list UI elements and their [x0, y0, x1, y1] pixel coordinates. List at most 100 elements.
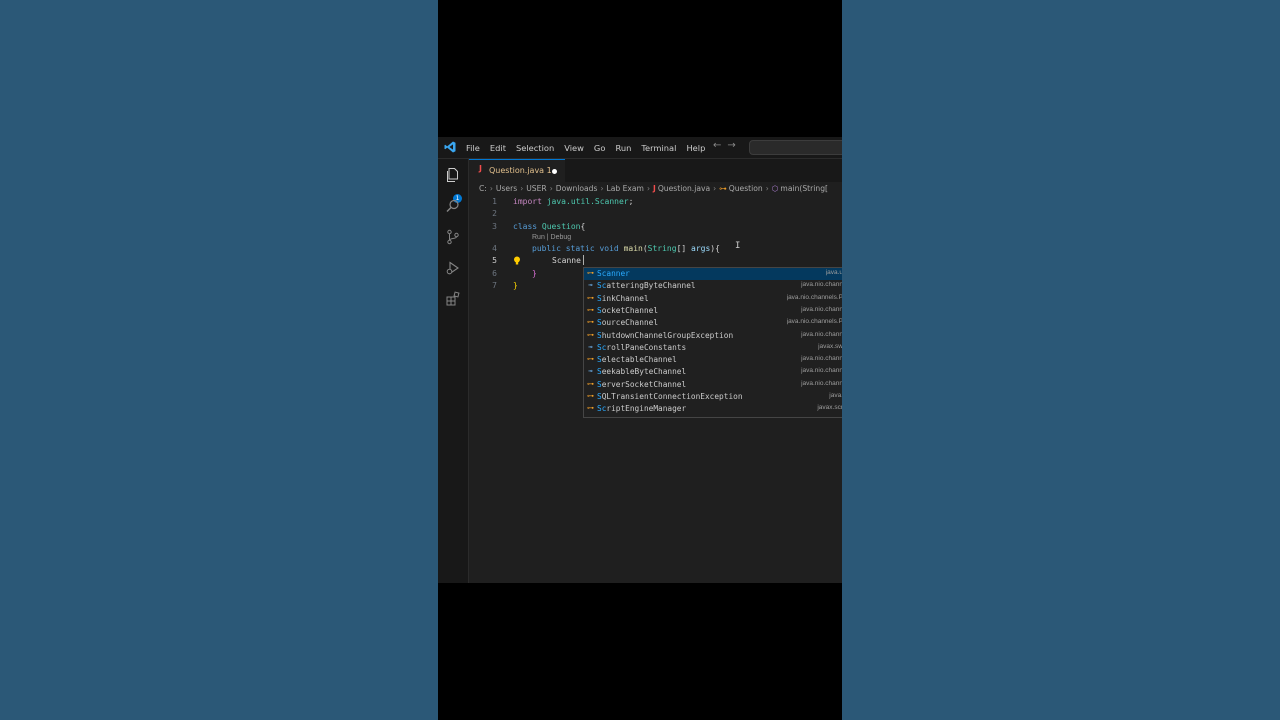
menu-file[interactable]: File [466, 143, 480, 153]
vscode-logo-icon [444, 141, 456, 153]
suggestion-item[interactable]: ⊶ SinkChannel java.nio.channels.P [584, 293, 842, 305]
command-center[interactable] [749, 140, 842, 155]
breadcrumb-file[interactable]: Question.java [658, 184, 710, 193]
codelens-run-debug[interactable]: Run | Debug [532, 234, 571, 241]
menu-view[interactable]: View [564, 143, 584, 153]
back-arrow-icon[interactable]: ← [713, 140, 727, 151]
activity-bar: 1 [438, 159, 469, 583]
suggestion-item[interactable]: ⊶ ScriptEngineManager javax.scr [584, 403, 842, 415]
code-line-7: } [513, 281, 518, 290]
suggestion-label: ScriptEngineManager [597, 404, 687, 414]
class-symbol-icon: ⊶ [587, 305, 594, 314]
class-symbol-icon: ⊶ [587, 318, 594, 327]
menu-go[interactable]: Go [594, 143, 606, 153]
breadcrumb-downloads[interactable]: Downloads [556, 184, 598, 193]
class-symbol-icon: ⊶ [587, 330, 594, 339]
class-symbol-icon: ⊶ [587, 269, 594, 277]
menu-terminal[interactable]: Terminal [641, 143, 676, 153]
title-bar: File Edit Selection View Go Run Terminal… [438, 137, 842, 159]
suggestion-detail: java.nio.chann [801, 355, 842, 363]
java-file-icon: J [653, 184, 656, 193]
breadcrumb-user[interactable]: USER [526, 184, 546, 193]
suggestion-label: SelectableChannel [597, 355, 677, 365]
suggestion-item[interactable]: ⊶ SourceChannel java.nio.channels.P [584, 317, 842, 329]
source-control-icon[interactable] [445, 229, 461, 245]
breadcrumb: C: › Users › USER › Downloads › Lab Exam › J Questi… [479, 184, 828, 193]
interface-symbol-icon: ⊸ [588, 281, 593, 290]
class-symbol-icon: ⊶ [587, 355, 594, 364]
suggestion-item[interactable]: ⊶ ServerSocketChannel java.nio.chann [584, 379, 842, 391]
line-number: 5 [492, 256, 497, 265]
suggestion-item[interactable]: ⊶ SelectableChannel java.nio.chann [584, 354, 842, 366]
lightbulb-icon[interactable] [513, 256, 521, 265]
chevron-right-icon: › [549, 184, 553, 193]
suggestion-item[interactable]: ⊶ Scanner java.u [584, 268, 842, 281]
suggestion-label: SocketChannel [597, 305, 659, 315]
breadcrumb-users[interactable]: Users [496, 184, 517, 193]
chevron-right-icon: › [520, 184, 524, 193]
line-number: 4 [492, 244, 497, 253]
suggestion-label: SQLTransientConnectionException [597, 392, 743, 401]
suggestion-item[interactable]: ⊶ ShutdownChannelGroupException java.nio.c… [584, 330, 842, 342]
vscode-window: File Edit Selection View Go Run Terminal… [438, 137, 842, 583]
code-line-4: public static void main(String[] args){ [532, 244, 720, 253]
suggestion-item[interactable]: ⊸ ScatteringByteChannel java.nio.chann [584, 280, 842, 292]
java-file-icon: J [479, 164, 482, 173]
suggestion-widget: ⊶ Scanner java.u ⊸ ScatteringByteChannel java… [583, 267, 842, 418]
interface-symbol-icon: ⊸ [588, 367, 593, 376]
line-number: 6 [492, 269, 497, 278]
line-number: 2 [492, 209, 497, 218]
search-icon[interactable] [445, 198, 461, 214]
class-symbol-icon: ⊶ [719, 184, 727, 193]
breadcrumb-method[interactable]: main(String[ [780, 184, 828, 193]
menu-selection[interactable]: Selection [516, 143, 554, 153]
line-number: 3 [492, 222, 497, 231]
class-symbol-icon: ⊶ [587, 293, 594, 302]
breadcrumb-class[interactable]: Question [729, 184, 763, 193]
menu-bar: File Edit Selection View Go Run Terminal… [466, 137, 715, 158]
interface-symbol-icon: ⊸ [588, 342, 593, 351]
background-left [0, 0, 438, 720]
suggestion-label: SourceChannel [597, 318, 659, 328]
method-symbol-icon: ⬡ [771, 184, 779, 193]
menu-run[interactable]: Run [615, 143, 631, 153]
suggestion-label: SinkChannel [597, 293, 649, 303]
class-symbol-icon: ⊶ [587, 404, 594, 413]
suggestion-detail: java.nio.chann [801, 281, 842, 289]
nav-arrows: ←→ [713, 140, 742, 151]
text-cursor [583, 255, 584, 265]
suggestion-item[interactable]: ⊶ SocketChannel java.nio.chann [584, 305, 842, 317]
chevron-right-icon: › [765, 184, 769, 193]
tab-bar: J Question.java 1 [469, 159, 842, 183]
suggestion-detail: java. [829, 392, 842, 399]
chevron-right-icon: › [646, 184, 650, 193]
forward-arrow-icon[interactable]: → [727, 140, 741, 151]
extensions-icon[interactable] [445, 291, 461, 307]
breadcrumb-drive[interactable]: C: [479, 184, 487, 193]
suggestion-item[interactable]: ⊸ SeekableByteChannel java.nio.chann [584, 366, 842, 378]
chevron-right-icon: › [600, 184, 604, 193]
suggestion-detail: javax.sw [818, 342, 842, 350]
suggestion-detail: java.nio.channels.P [786, 318, 842, 326]
class-symbol-icon: ⊶ [587, 379, 594, 388]
tab-question-java[interactable]: J Question.java 1 [469, 159, 565, 183]
suggestion-detail: java.nio.chann [801, 379, 842, 387]
line-number: 7 [492, 281, 497, 290]
suggestion-label: Scanner [597, 269, 630, 278]
suggestion-detail: java.nio.channels.P [786, 293, 842, 301]
suggestion-detail: java.nio.chann [801, 305, 842, 313]
suggestion-detail: java.nio.chann [801, 330, 842, 338]
suggestion-item[interactable]: ⊶ SQLTransientConnectionException java. [584, 391, 842, 403]
unsaved-dot-icon[interactable] [552, 169, 557, 174]
suggestion-label: ServerSocketChannel [597, 379, 687, 389]
suggestion-label: ScatteringByteChannel [597, 281, 696, 291]
menu-help[interactable]: Help [686, 143, 705, 153]
run-debug-icon[interactable] [445, 260, 461, 276]
explorer-icon[interactable] [445, 167, 461, 183]
breadcrumb-lab-exam[interactable]: Lab Exam [606, 184, 643, 193]
menu-edit[interactable]: Edit [490, 143, 506, 153]
background-right [842, 0, 1280, 720]
code-line-6: } [532, 269, 537, 278]
suggestion-detail: java.nio.chann [801, 367, 842, 375]
suggestion-item[interactable]: ⊸ ScrollPaneConstants javax.sw [584, 342, 842, 354]
